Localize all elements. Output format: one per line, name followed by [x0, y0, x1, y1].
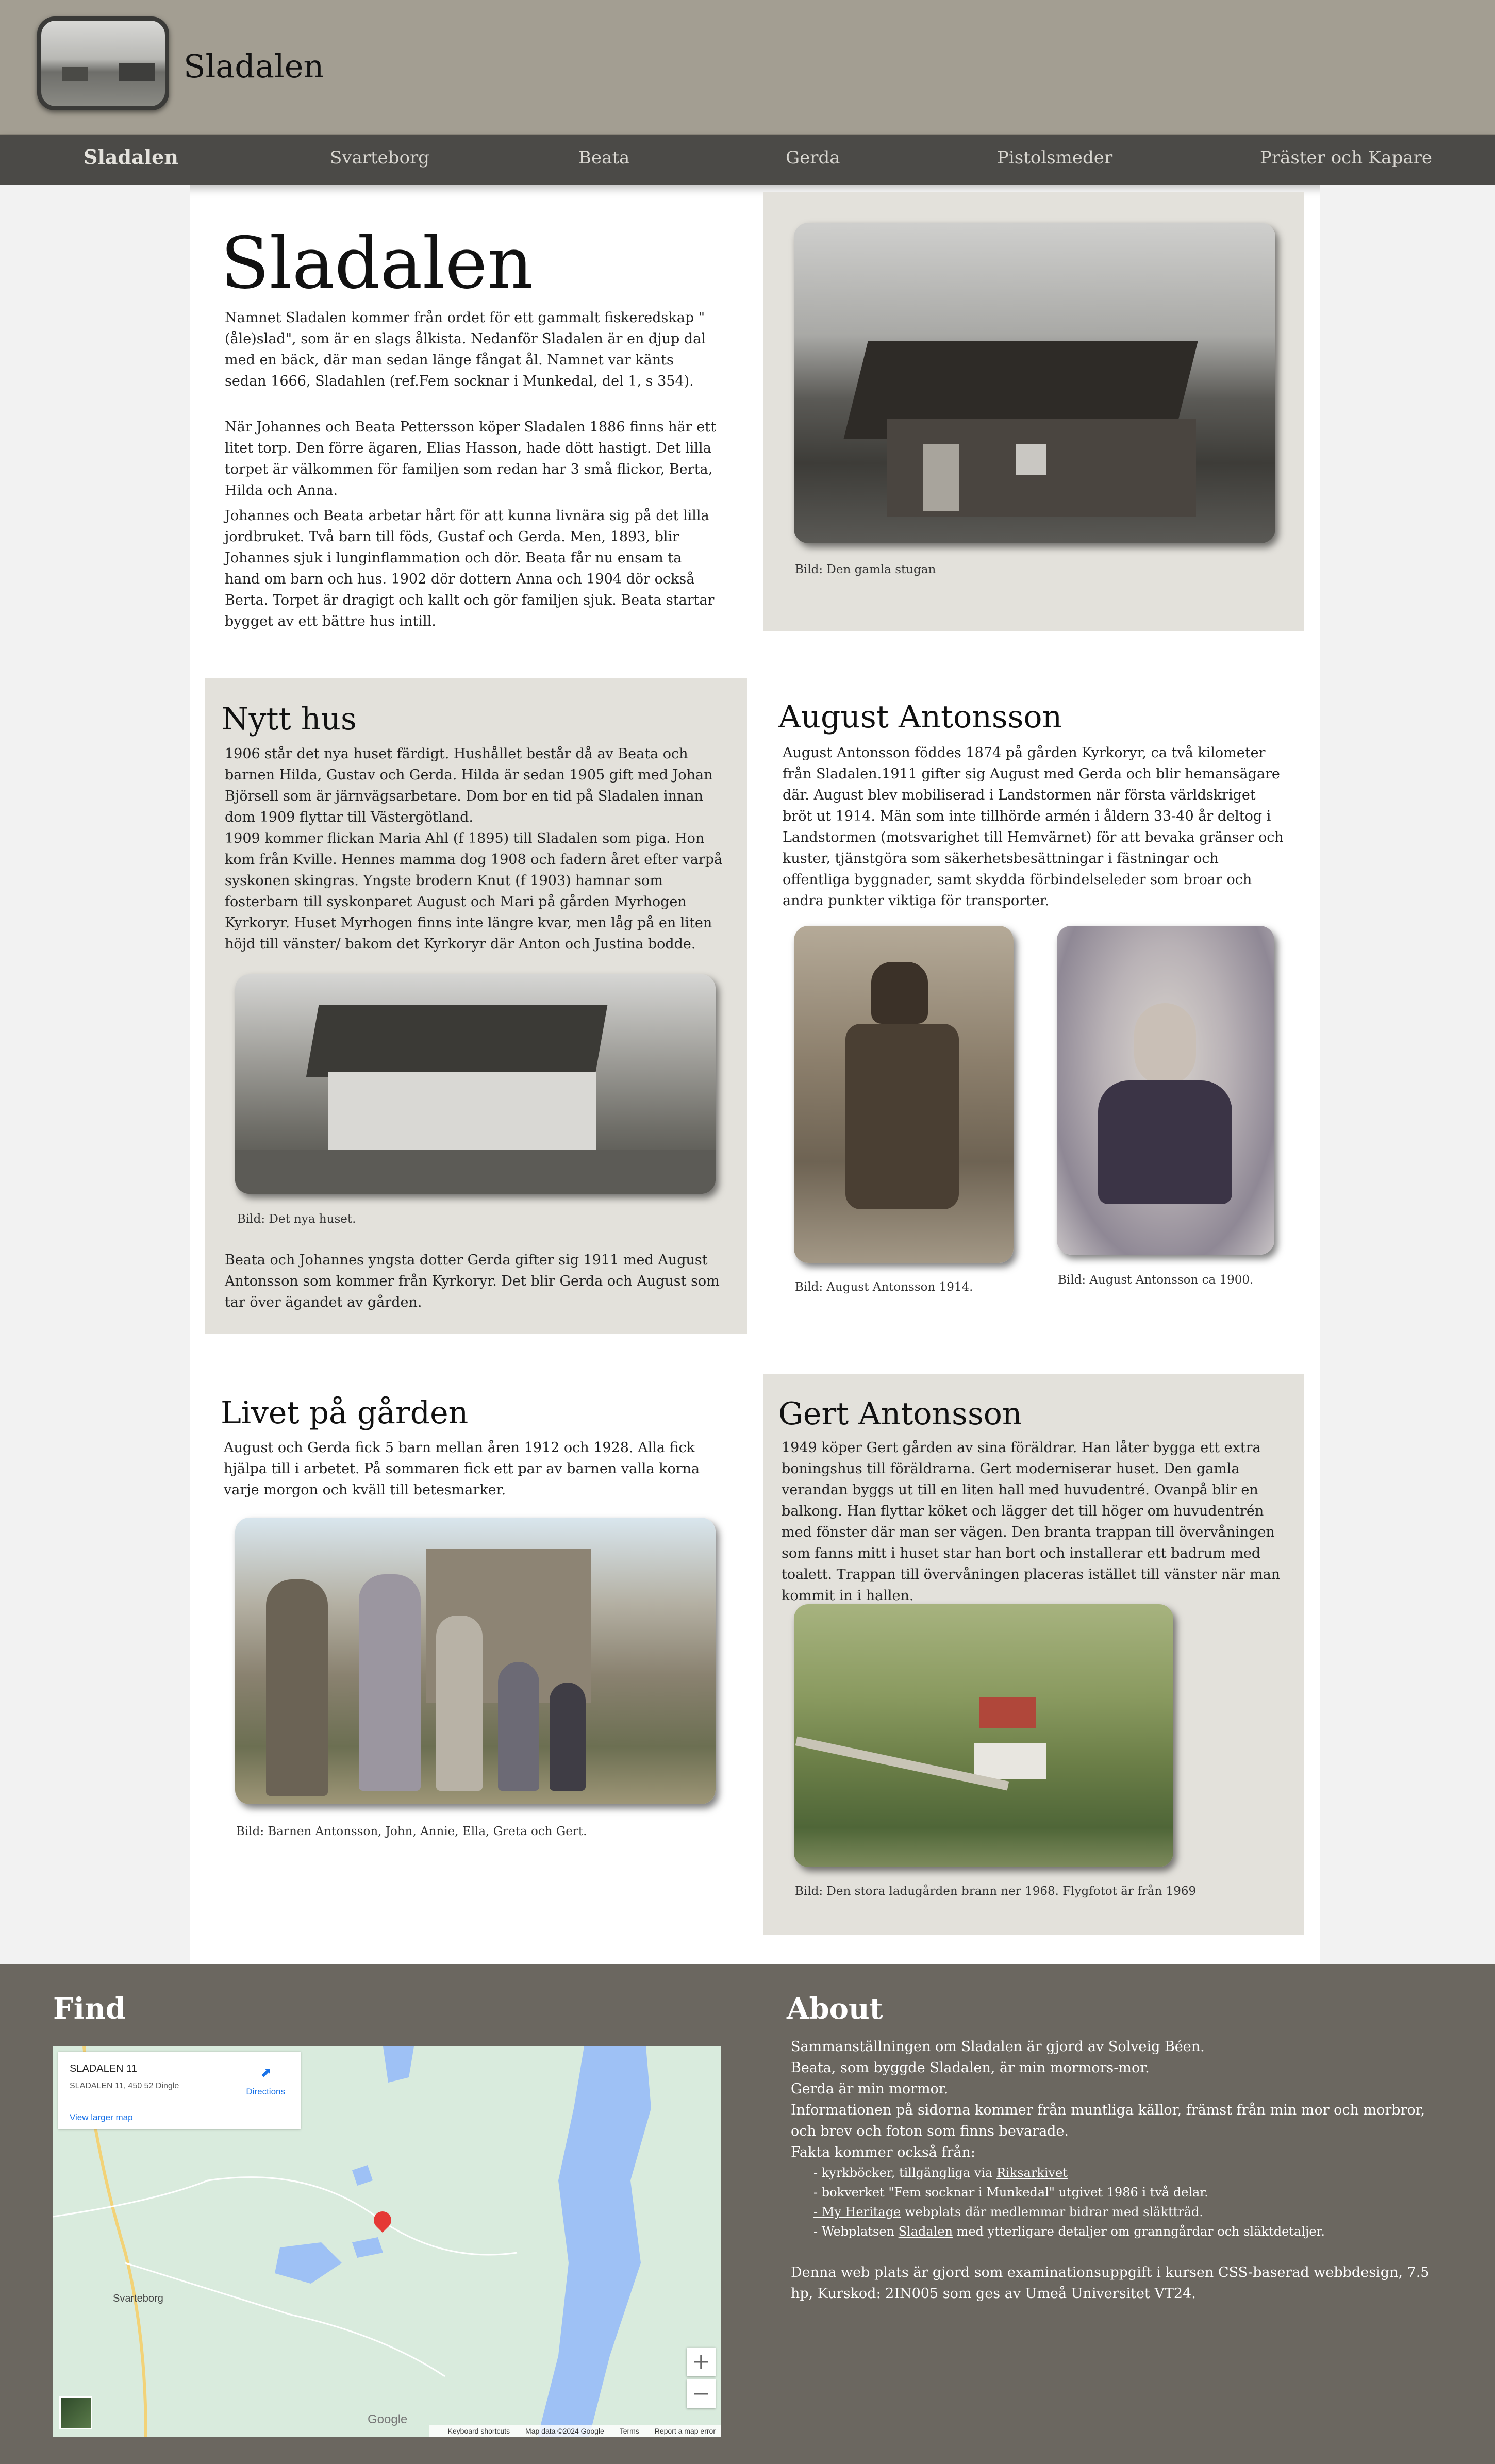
- source-item: - kyrkböcker, tillgängliga via Riksarkiv…: [813, 2166, 1068, 2180]
- directions-icon[interactable]: ⬈: [260, 2066, 274, 2079]
- map-place-name: SLADALEN 11: [70, 2063, 137, 2074]
- zoom-out-button[interactable]: −: [687, 2379, 716, 2408]
- farm-life-title: Livet på gården: [221, 1395, 469, 1431]
- my-heritage-link[interactable]: - My Heritage: [813, 2205, 901, 2219]
- source-item: - My Heritage webplats där medlemmar bid…: [813, 2205, 1204, 2219]
- gert-paragraph: 1949 köper Gert gården av sina föräldrar…: [782, 1440, 1281, 1604]
- intro-paragraph-1: Namnet Sladalen kommer från ordet för et…: [225, 310, 706, 389]
- old-cottage-photo: [794, 223, 1275, 543]
- find-title: Find: [53, 1992, 126, 2026]
- site-title: Sladalen: [184, 47, 324, 85]
- satellite-toggle[interactable]: [59, 2396, 92, 2429]
- map-attribution: Keyboard shortcuts Map data ©2024 Google…: [429, 2425, 721, 2437]
- august-title: August Antonsson: [778, 699, 1062, 735]
- site-header: Sladalen: [0, 0, 1495, 135]
- august-paragraph: August Antonsson föddes 1874 på gården K…: [783, 745, 1284, 909]
- map-data-text: Map data ©2024 Google: [525, 2427, 604, 2435]
- google-logo: Google: [368, 2412, 408, 2426]
- source-item: - bokverket "Fem socknar i Munkedal" utg…: [813, 2185, 1208, 2200]
- about-text: Sammanställningen om Sladalen är gjord a…: [791, 2036, 1435, 2304]
- new-house-panel: Nytt hus 1906 står det nya huset färdigt…: [205, 678, 748, 1334]
- main-nav: Sladalen Svarteborg Beata Gerda Pistolsm…: [0, 135, 1495, 185]
- about-title: About: [787, 1992, 883, 2026]
- gert-panel: Gert Antonsson 1949 köper Gert gården av…: [763, 1374, 1304, 1935]
- page-margin-left: [0, 185, 190, 1964]
- site-logo[interactable]: [37, 16, 169, 110]
- august-1914-caption: Bild: August Antonsson 1914.: [795, 1280, 973, 1294]
- sources-list: - kyrkböcker, tillgängliga via Riksarkiv…: [791, 2163, 1435, 2241]
- sladalen-link[interactable]: Sladalen: [899, 2224, 953, 2239]
- new-house-paragraph-3: Beata och Johannes yngsta dotter Gerda g…: [225, 1252, 720, 1310]
- august-1900-photo: [1057, 926, 1274, 1255]
- intro-paragraph-3: Johannes och Beata arbetar hårt för att …: [225, 508, 715, 629]
- map-place-address: SLADALEN 11, 450 52 Dingle: [70, 2082, 179, 2090]
- logo-photo: [41, 21, 165, 106]
- aerial-photo: [794, 1604, 1173, 1867]
- new-house-photo: [235, 974, 716, 1194]
- terms-link[interactable]: Terms: [620, 2427, 639, 2435]
- view-larger-map-link[interactable]: View larger map: [70, 2112, 133, 2123]
- children-photo: [235, 1518, 716, 1804]
- august-1914-photo: [794, 926, 1014, 1263]
- intro-paragraph-2: När Johannes och Beata Pettersson köper …: [225, 419, 716, 498]
- nav-item-beata[interactable]: Beata: [578, 147, 629, 168]
- old-cottage-caption: Bild: Den gamla stugan: [795, 563, 936, 576]
- source-item: - Webplatsen Sladalen med ytterligare de…: [813, 2224, 1325, 2239]
- nav-item-svarteborg[interactable]: Svarteborg: [330, 147, 429, 168]
- farm-life-paragraph: August och Gerda fick 5 barn mellan åren…: [224, 1440, 700, 1498]
- nav-item-pistolsmeder[interactable]: Pistolsmeder: [997, 147, 1112, 168]
- about-line: Fakta kommer också från:: [791, 2144, 975, 2160]
- about-line: Beata, som byggde Sladalen, är min mormo…: [791, 2060, 1150, 2076]
- about-line: Sammanställningen om Sladalen är gjord a…: [791, 2039, 1205, 2055]
- embedded-map[interactable]: SLADALEN 11 SLADALEN 11, 450 52 Dingle V…: [53, 2046, 721, 2437]
- august-1900-caption: Bild: August Antonsson ca 1900.: [1058, 1273, 1254, 1287]
- map-town-label: Svarteborg: [113, 2293, 163, 2304]
- riksarkivet-link[interactable]: Riksarkivet: [996, 2166, 1068, 2180]
- nav-item-gerda[interactable]: Gerda: [786, 147, 840, 168]
- new-house-caption: Bild: Det nya huset.: [237, 1212, 356, 1226]
- about-line: Gerda är min mormor.: [791, 2081, 949, 2097]
- gert-title: Gert Antonsson: [778, 1396, 1022, 1432]
- children-caption: Bild: Barnen Antonsson, John, Annie, Ell…: [236, 1825, 587, 1838]
- new-house-title: Nytt hus: [222, 701, 357, 737]
- directions-link[interactable]: Directions: [246, 2087, 285, 2097]
- map-place-card: SLADALEN 11 SLADALEN 11, 450 52 Dingle V…: [58, 2052, 301, 2129]
- old-cottage-panel: Bild: Den gamla stugan: [763, 192, 1304, 631]
- new-house-paragraph-2: 1909 kommer flickan Maria Ahl (f 1895) t…: [225, 830, 723, 952]
- aerial-caption: Bild: Den stora ladugården brann ner 196…: [795, 1885, 1197, 1898]
- report-error-link[interactable]: Report a map error: [655, 2427, 716, 2435]
- keyboard-shortcuts-link[interactable]: Keyboard shortcuts: [448, 2427, 510, 2435]
- page-margin-right: [1320, 185, 1495, 1964]
- course-note: Denna web plats är gjord som examination…: [791, 2265, 1430, 2302]
- new-house-paragraph-1: 1906 står det nya huset färdigt. Hushåll…: [225, 746, 713, 825]
- zoom-in-button[interactable]: +: [687, 2348, 716, 2376]
- nav-item-sladalen[interactable]: Sladalen: [84, 145, 178, 169]
- about-line: Informationen på sidorna kommer från mun…: [791, 2102, 1425, 2139]
- page-title: Sladalen: [221, 222, 534, 305]
- nav-item-prester-och-kapare[interactable]: Präster och Kapare: [1260, 147, 1432, 168]
